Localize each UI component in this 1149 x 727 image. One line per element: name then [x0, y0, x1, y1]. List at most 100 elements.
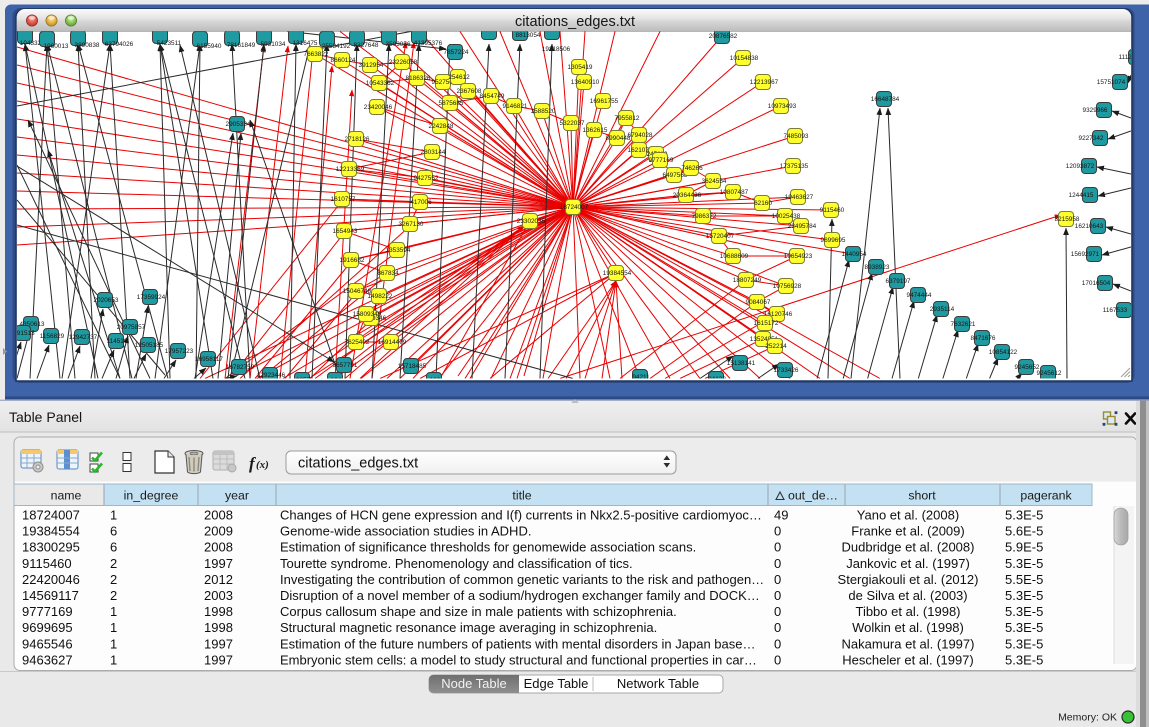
svg-text:9657791: 9657791	[333, 362, 358, 369]
svg-text:(x): (x)	[256, 459, 269, 471]
svg-text:de Silva et al. (2003): de Silva et al. (2003)	[848, 588, 967, 603]
svg-text:5.3E-5: 5.3E-5	[1005, 588, 1043, 603]
svg-text:12213967: 12213967	[750, 79, 779, 86]
svg-text:18807249: 18807249	[733, 277, 762, 284]
svg-text:20364436: 20364436	[673, 192, 702, 199]
svg-text:17957223: 17957223	[165, 348, 194, 355]
svg-text:2: 2	[110, 556, 117, 571]
svg-text:1654943: 1654943	[333, 228, 358, 235]
svg-text:1: 1	[110, 508, 117, 523]
svg-text:citations_edges.txt: citations_edges.txt	[298, 456, 418, 472]
svg-text:1: 1	[110, 604, 117, 619]
svg-text:Edge Table: Edge Table	[524, 676, 589, 691]
svg-text:1: 1	[110, 652, 117, 667]
svg-text:9463627: 9463627	[22, 652, 73, 667]
svg-text:0: 0	[774, 604, 781, 619]
svg-text:7955812: 7955812	[615, 115, 640, 122]
svg-text:12942737: 12942737	[69, 334, 98, 341]
svg-text:7986372: 7986372	[692, 213, 717, 220]
svg-text:Yano et al. (2008): Yano et al. (2008)	[857, 508, 959, 523]
svg-text:5423511: 5423511	[157, 40, 182, 47]
svg-text:1997: 1997	[204, 652, 233, 667]
svg-text:Estimation of the future numbe: Estimation of the future numbers of pati…	[280, 636, 755, 651]
svg-text:49: 49	[774, 508, 788, 523]
svg-text:Corpus callosum shape and size: Corpus callosum shape and size in male p…	[280, 604, 677, 619]
svg-text:6794028: 6794028	[628, 132, 653, 139]
svg-text:15138141: 15138141	[727, 360, 756, 367]
svg-text:5.3E-5: 5.3E-5	[1005, 604, 1043, 619]
svg-text:5.3E-5: 5.3E-5	[1005, 508, 1043, 523]
svg-text:25534192: 25534192	[322, 43, 351, 50]
svg-text:9777169: 9777169	[22, 604, 73, 619]
svg-text:Memory: OK: Memory: OK	[1058, 712, 1117, 724]
svg-text:14569117: 14569117	[22, 588, 79, 603]
svg-text:0: 0	[774, 588, 781, 603]
svg-text:17016504: 17016504	[1082, 280, 1111, 287]
svg-text:19463627: 19463627	[785, 194, 814, 201]
svg-text:2718126: 2718126	[345, 136, 370, 143]
svg-text:Table Panel: Table Panel	[9, 409, 82, 425]
svg-text:63794026: 63794026	[105, 41, 134, 48]
svg-text:Investigating the contribution: Investigating the contribution of common…	[280, 572, 764, 587]
svg-text:8813054: 8813054	[516, 32, 541, 39]
svg-text:9115460: 9115460	[22, 556, 72, 571]
svg-text:8454749: 8454749	[480, 93, 505, 100]
svg-text:13640910: 13640910	[571, 79, 600, 86]
svg-text:2008: 2008	[204, 540, 233, 555]
svg-text:15720407: 15720407	[706, 233, 735, 240]
svg-text:5.3E-5: 5.3E-5	[1005, 620, 1043, 635]
svg-text:3624554: 3624554	[702, 178, 727, 185]
svg-text:5.5E-5: 5.5E-5	[1005, 572, 1043, 587]
svg-text:9227342: 9227342	[1079, 135, 1104, 142]
svg-text:10543362: 10543362	[366, 80, 395, 87]
svg-text:23302035: 23302035	[517, 218, 546, 225]
svg-text:2: 2	[110, 588, 117, 603]
svg-text:Node Table: Node Table	[441, 676, 507, 691]
svg-text:title: title	[512, 489, 531, 503]
svg-text:9474444: 9474444	[907, 292, 932, 299]
svg-text:1: 1	[110, 620, 117, 635]
svg-text:18300295: 18300295	[22, 540, 80, 555]
svg-text:1: 1	[110, 636, 117, 651]
svg-text:1440954: 1440954	[842, 251, 867, 258]
svg-text:Changes of HCN gene expression: Changes of HCN gene expression and I(f) …	[280, 508, 762, 523]
svg-text:12093872: 12093872	[1066, 163, 1095, 170]
svg-text:15751074: 15751074	[1097, 79, 1126, 86]
svg-text:1588520: 1588520	[531, 108, 556, 115]
svg-text:10807487: 10807487	[720, 189, 749, 196]
svg-text:2012: 2012	[204, 572, 233, 587]
svg-text:5322037: 5322037	[560, 120, 585, 127]
svg-text:15692971: 15692971	[1071, 251, 1100, 258]
svg-text:16958117: 16958117	[195, 356, 223, 363]
svg-text:1498222: 1498222	[368, 293, 393, 300]
svg-text:8186326: 8186326	[406, 75, 431, 82]
svg-text:18724007: 18724007	[22, 508, 80, 523]
svg-text:7485093: 7485093	[784, 133, 809, 140]
svg-text:12213369: 12213369	[336, 166, 365, 173]
svg-text:9427552: 9427552	[414, 175, 439, 182]
svg-text:6379197: 6379197	[886, 278, 911, 285]
svg-text:23420046: 23420046	[364, 104, 393, 111]
svg-text:7632621: 7632621	[951, 321, 976, 328]
svg-text:252214: 252214	[765, 343, 787, 350]
svg-text:23495784: 23495784	[788, 223, 817, 230]
svg-text:15718485: 15718485	[398, 363, 427, 370]
svg-text:2008: 2008	[204, 508, 233, 523]
svg-text:16914479: 16914479	[378, 339, 407, 346]
svg-text:Wolkin et al. (1998): Wolkin et al. (1998)	[852, 620, 964, 635]
svg-text:16210643: 16210643	[1075, 223, 1104, 230]
svg-text:1998: 1998	[204, 620, 233, 635]
svg-text:1997: 1997	[204, 556, 233, 571]
svg-text:9699695: 9699695	[22, 620, 73, 635]
svg-text:5875685: 5875685	[439, 100, 464, 107]
svg-text:1615172: 1615172	[754, 320, 779, 327]
svg-text:5.3E-5: 5.3E-5	[1005, 652, 1043, 667]
svg-text:Embryonic stem cells: a model: Embryonic stem cells: a model to study s…	[280, 652, 757, 667]
svg-text:10973493: 10973493	[768, 103, 797, 110]
svg-text:1610757: 1610757	[331, 196, 356, 203]
svg-text:8215958: 8215958	[1055, 216, 1080, 223]
svg-text:20975857: 20975857	[117, 324, 146, 331]
svg-text:1362615: 1362615	[583, 127, 608, 134]
svg-text:6: 6	[110, 540, 117, 555]
svg-text:16961755: 16961755	[590, 98, 619, 105]
